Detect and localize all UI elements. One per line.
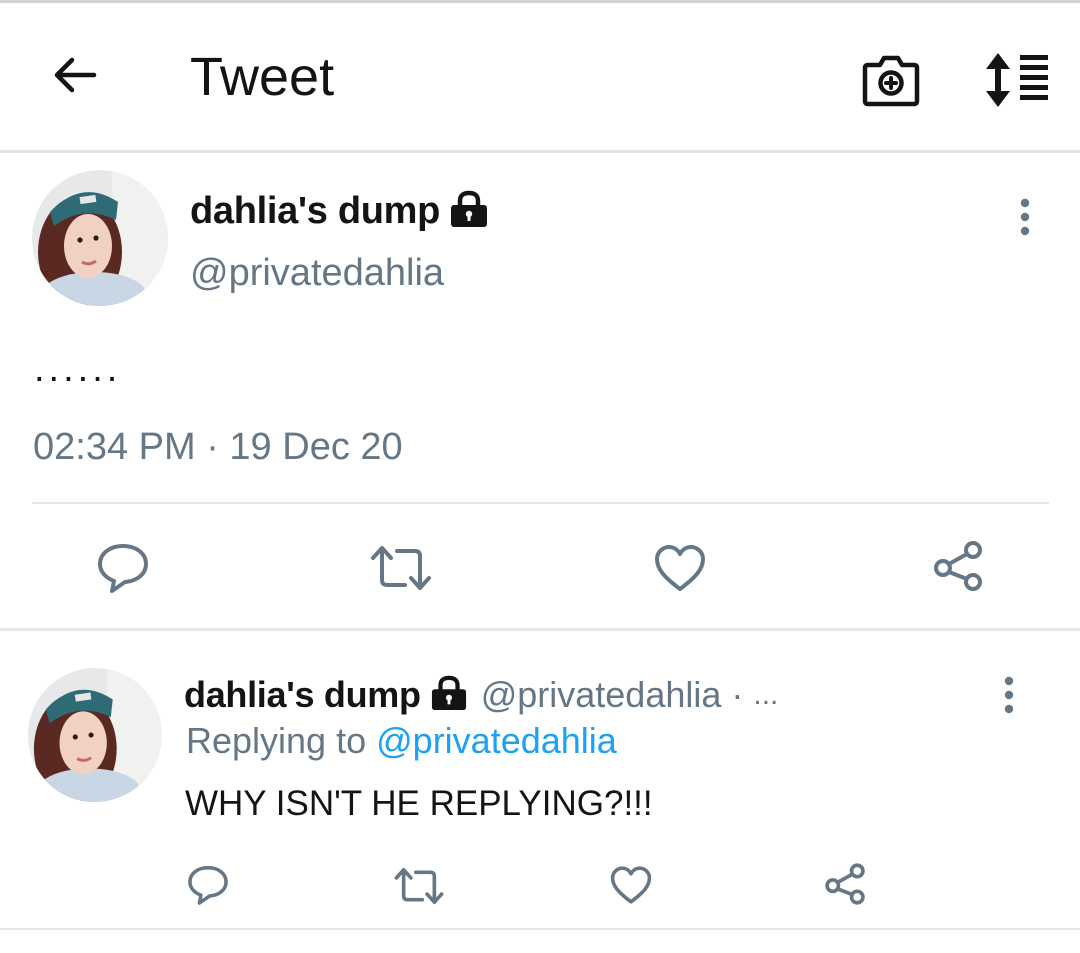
app-header: Tweet [0,3,1080,151]
heart-icon [610,866,652,904]
reply-button[interactable] [184,860,232,910]
reply-author-row: dahlia's dump @privatedahlia · ... [184,672,778,718]
retweet-button[interactable] [392,862,446,910]
section-divider [0,628,1080,631]
reply-button[interactable] [92,538,154,598]
retweet-icon [371,546,431,590]
replying-label: Replying to [186,720,367,761]
tweet-timestamp: 02:34 PM · 19 Dec 20 [33,426,403,468]
profile-photo [28,668,162,802]
sort-list-icon [986,53,1048,107]
reply-icon [98,544,148,593]
more-options-button[interactable] [994,670,1024,720]
retweet-button[interactable] [368,538,434,598]
sort-button[interactable] [980,47,1054,113]
share-button[interactable] [820,858,870,910]
header-divider [0,150,1080,153]
bottom-divider [0,928,1080,930]
lock-icon [429,675,469,716]
more-options-button[interactable] [1010,192,1040,242]
reply-icon [188,865,228,905]
profile-photo [32,170,168,306]
more-vertical-icon [1020,198,1030,236]
share-button[interactable] [928,536,988,596]
more-vertical-icon [1004,676,1014,714]
replying-to: Replying to @privatedahlia [186,720,617,762]
lock-icon [448,190,490,233]
author-row: dahlia's dump [190,188,490,234]
back-button[interactable] [44,45,104,105]
tweet-text: ...... [34,348,122,390]
timestamp-divider [32,502,1049,504]
arrow-left-icon [54,57,97,93]
camera-add-icon [862,55,920,107]
tweet-text: WHY ISN'T HE REPLYING?!!! [185,784,653,823]
author-handle[interactable]: @privatedahlia [481,674,722,716]
display-name[interactable]: dahlia's dump [184,674,421,716]
avatar[interactable] [28,668,162,802]
display-name[interactable]: dahlia's dump [190,190,440,233]
share-icon [825,863,865,905]
avatar[interactable] [32,170,168,306]
share-icon [934,541,982,591]
separator-dot: · [731,674,744,715]
page-title: Tweet [190,47,335,107]
truncation-ellipsis: ... [753,678,779,711]
camera-button[interactable] [858,47,924,113]
like-button[interactable] [650,538,710,598]
replying-handle-link[interactable]: @privatedahlia [376,720,617,761]
author-handle[interactable]: @privatedahlia [190,252,444,295]
heart-icon [655,545,705,591]
retweet-icon [394,868,444,904]
like-button[interactable] [606,860,656,910]
